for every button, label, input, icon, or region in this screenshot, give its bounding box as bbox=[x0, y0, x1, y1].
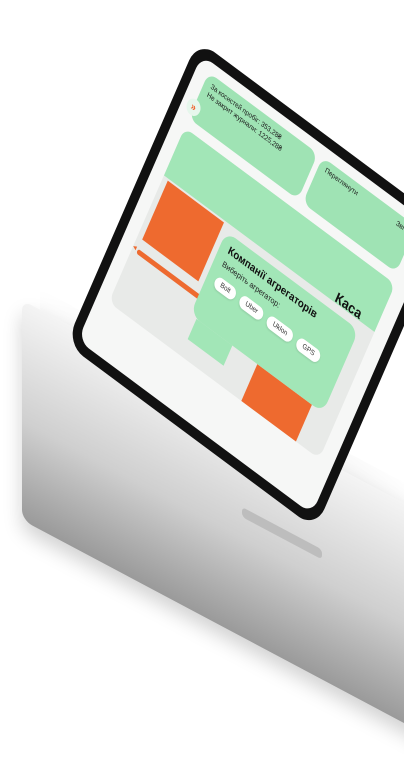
aggregator-option-bolt[interactable]: Bolt bbox=[212, 274, 238, 303]
report-card-label: Переглянути bbox=[323, 167, 359, 198]
report-card-right-label: Звіт bbox=[394, 220, 404, 234]
summary-line-mileage: За косистей пробіг: 353,28₴ bbox=[209, 83, 283, 142]
